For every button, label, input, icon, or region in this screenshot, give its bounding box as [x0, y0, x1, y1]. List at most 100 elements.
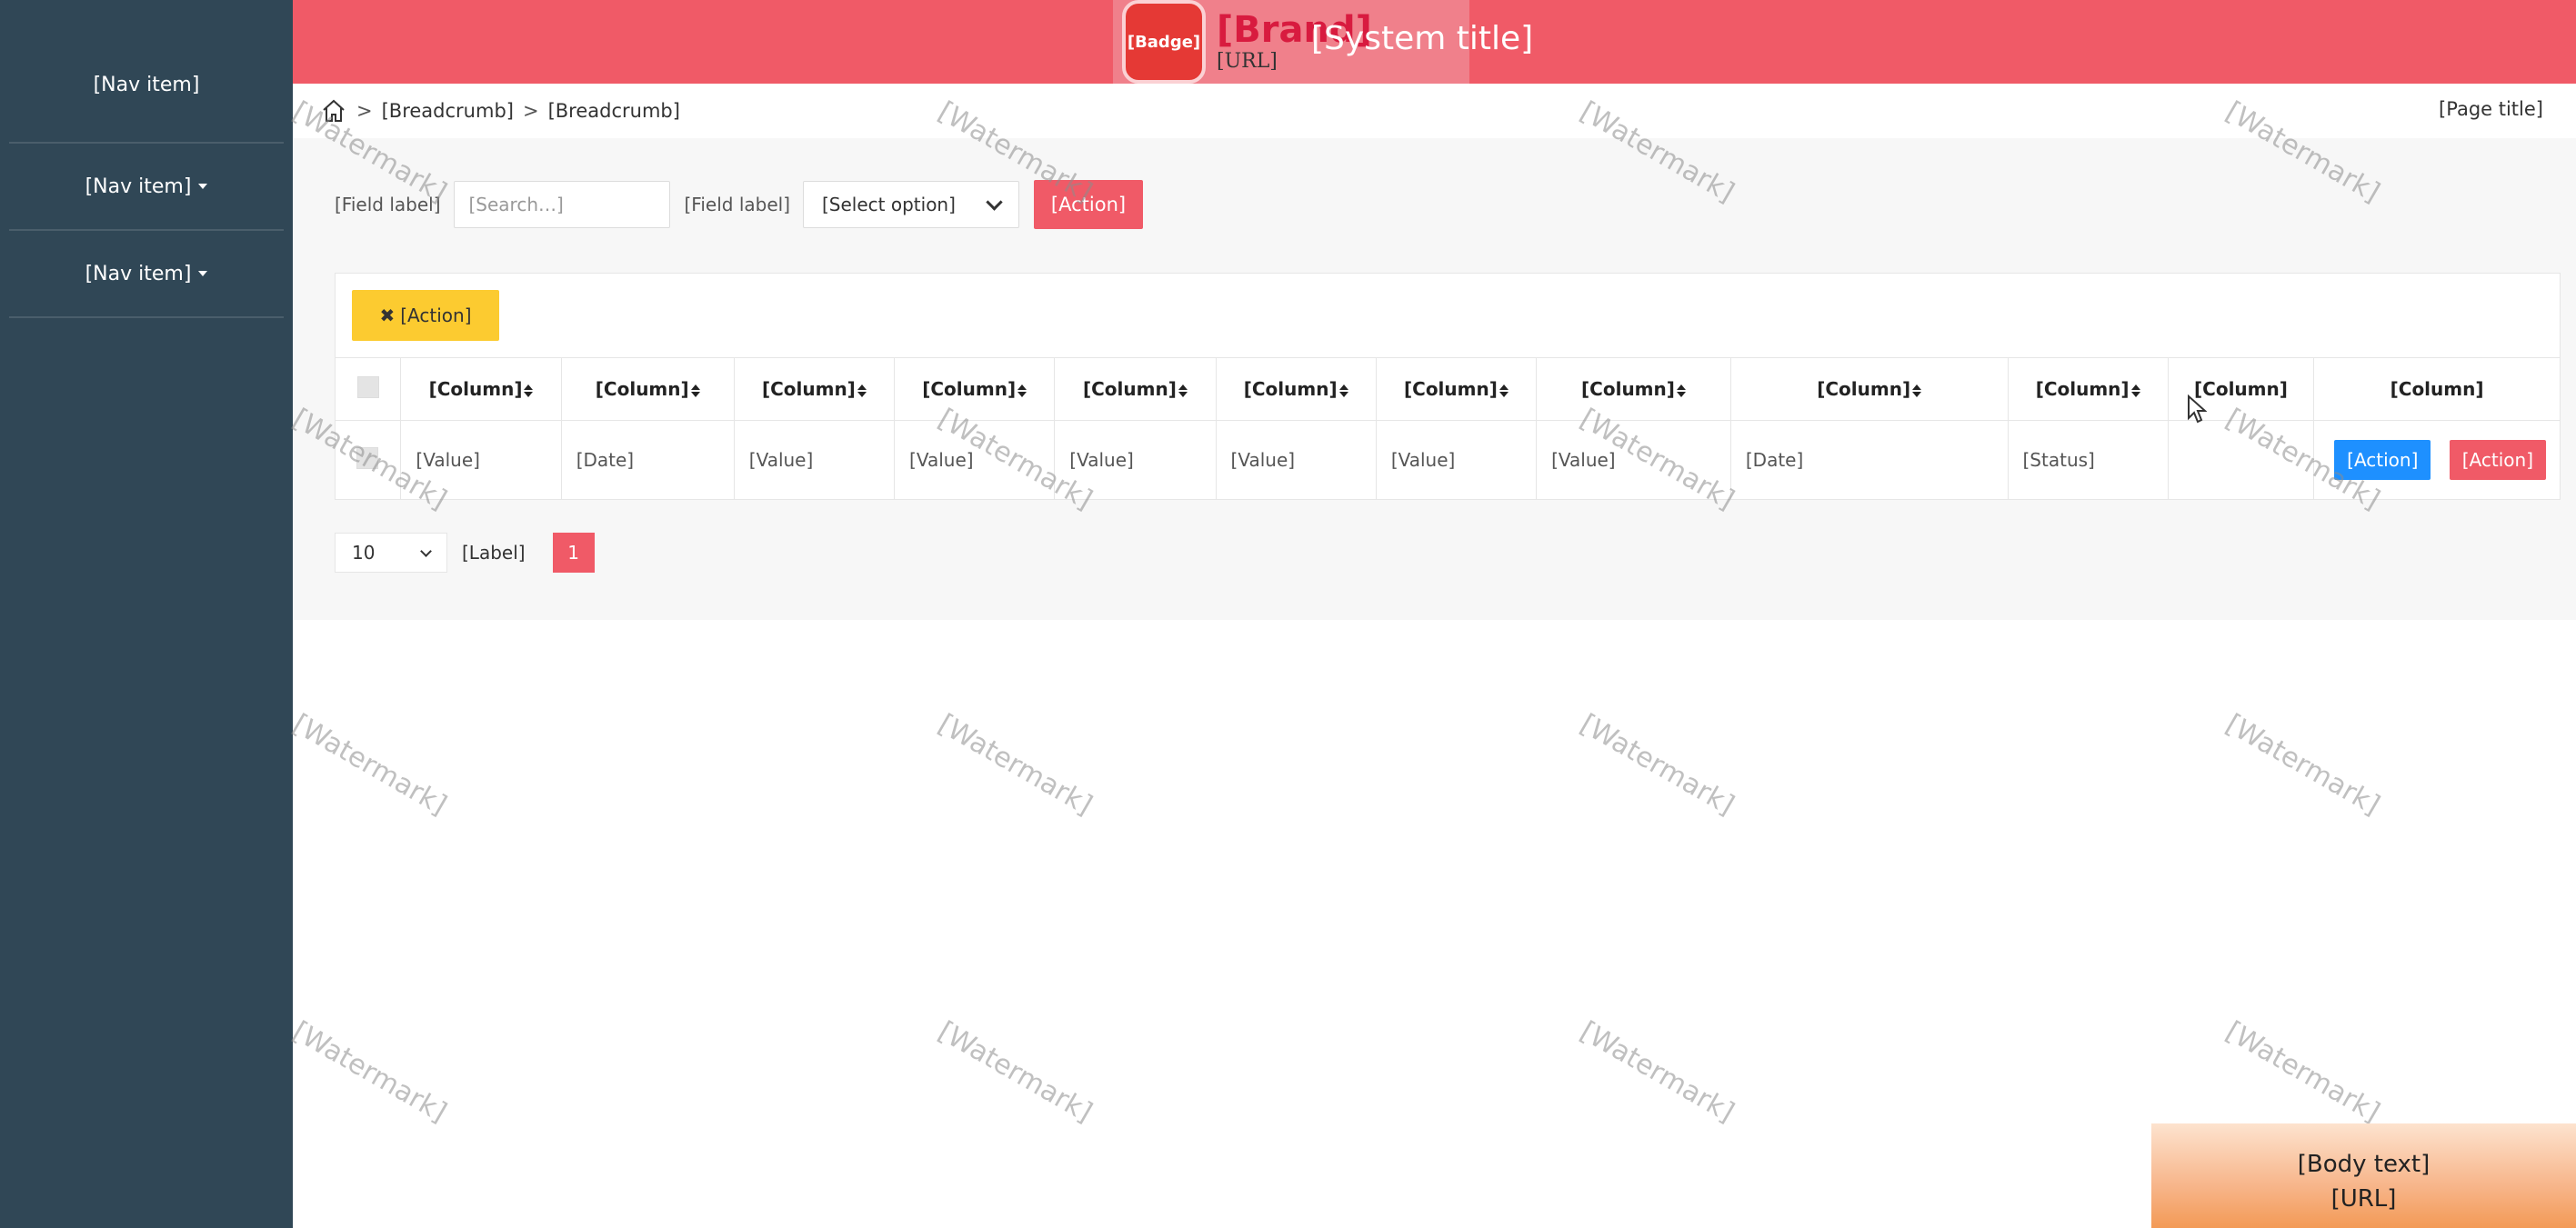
top-header: [Badge] [Brand] [URL] [System title] — [293, 0, 2576, 84]
match-name-input[interactable] — [453, 181, 670, 228]
pagination: 10 [Label] 1 — [335, 533, 595, 573]
table-cell — [2168, 420, 2315, 499]
column-header[interactable]: [Column] — [1376, 358, 1538, 421]
watermark: [Watermark] — [286, 1015, 452, 1129]
table-cell: [Date] — [1730, 420, 2009, 499]
sort-icon — [1498, 384, 1509, 397]
column-header[interactable]: [Column] — [561, 358, 735, 421]
table-toolbar: ✖ [Action] — [336, 274, 2560, 358]
main-content: > [Breadcrumb] > [Breadcrumb] [Page titl… — [293, 84, 2576, 620]
batch-delete-label: [Action] — [400, 305, 472, 326]
sidebar-item-label: [Nav item] — [93, 73, 200, 96]
sidebar-item-label: [Nav item] — [85, 262, 192, 285]
system-title: [System title] — [1311, 20, 1534, 57]
column-header[interactable]: [Column] — [1730, 358, 2009, 421]
status-label: [Field label] — [684, 194, 791, 215]
delete-button[interactable]: [Action] — [2449, 440, 2546, 480]
promo-banner[interactable]: [Body text] [URL] — [2151, 1123, 2576, 1228]
watermark: [Watermark] — [2220, 708, 2385, 822]
name-label: [Field label] — [335, 194, 441, 215]
column-header[interactable]: [Column] — [734, 358, 896, 421]
sidebar-item-guess-management[interactable]: [Nav item] — [9, 231, 284, 318]
column-header-label: [Column] — [1404, 378, 1498, 400]
column-header[interactable]: [Column] — [1536, 358, 1731, 421]
search-bar: [Field label] [Field label] [Select opti… — [335, 180, 1143, 229]
sort-icon — [1676, 384, 1686, 397]
sidebar-item-label: [Nav item] — [85, 175, 192, 198]
sort-icon — [1178, 384, 1188, 397]
view-button[interactable]: [Action] — [2334, 440, 2431, 480]
audit-status-select[interactable]: [Select option] — [803, 181, 1019, 228]
promo-url: [URL] — [2330, 1185, 2397, 1213]
select-all-checkbox[interactable] — [356, 375, 379, 398]
column-header[interactable]: [Column] — [894, 358, 1056, 421]
column-header[interactable]: [Column] — [400, 358, 562, 421]
column-header[interactable]: [Column] — [2008, 358, 2169, 421]
column-header-label: [Column] — [2194, 378, 2288, 400]
breadcrumb-item: [Breadcrumb] — [547, 100, 680, 122]
breadcrumb-item[interactable]: [Breadcrumb] — [382, 100, 514, 122]
query-button[interactable]: [Action] — [1034, 180, 1143, 229]
close-icon: ✖ — [379, 305, 396, 326]
column-header-label: [Column] — [761, 378, 856, 400]
column-header[interactable]: [Column] — [1054, 358, 1217, 421]
select-all-cell — [336, 358, 402, 421]
column-header-label: [Column] — [2035, 378, 2130, 400]
breadcrumb: > [Breadcrumb] > [Breadcrumb] [Page titl… — [293, 84, 2576, 138]
sort-icon — [2130, 384, 2140, 397]
page-size-select[interactable]: 10 — [335, 533, 447, 573]
table-cell: [Value] — [734, 420, 896, 499]
table-cell: [Value] — [1054, 420, 1217, 499]
breadcrumb-separator: > — [356, 100, 373, 122]
caret-down-icon — [198, 184, 208, 189]
sort-icon — [690, 384, 700, 397]
sort-icon — [1017, 384, 1027, 397]
batch-delete-button[interactable]: ✖ [Action] — [352, 290, 499, 341]
page-size-value: 10 — [352, 542, 376, 564]
select-value: [Select option] — [822, 194, 956, 215]
actions-cell: [Action] [Action] — [2314, 421, 2560, 500]
sidebar-item-personal-center[interactable]: [Nav item] — [9, 144, 284, 231]
table-cell: [Status] — [2008, 420, 2169, 499]
sidebar: [Nav item] [Nav item] [Nav item] — [0, 0, 293, 1228]
column-header[interactable]: [Column] — [1216, 358, 1377, 421]
table-row: [Value] [Date] [Value] [Value] [Value] [… — [336, 420, 2560, 500]
caret-down-icon — [198, 271, 208, 276]
table-cell: [Date] — [561, 420, 735, 499]
table-cell: [Value] — [1376, 420, 1538, 499]
watermark: [Watermark] — [1574, 708, 1739, 822]
chevron-down-icon — [420, 544, 432, 557]
column-header-label: [Column] — [1817, 378, 1911, 400]
mouse-cursor-icon — [2188, 394, 2207, 424]
breadcrumb-separator: > — [522, 100, 539, 122]
sort-icon — [1912, 384, 1922, 397]
watermark: [Watermark] — [2220, 1015, 2385, 1129]
table-cell: [Value] — [1536, 420, 1731, 499]
column-header-label: [Column] — [595, 378, 689, 400]
watermark: [Watermark] — [1574, 1015, 1739, 1129]
row-select-cell — [336, 420, 402, 499]
page-number-button[interactable]: 1 — [552, 533, 595, 573]
sidebar-item-home[interactable]: [Nav item] — [9, 0, 284, 144]
watermark: [Watermark] — [932, 1015, 1098, 1129]
sort-icon — [1338, 384, 1348, 397]
table-cell: [Value] — [400, 420, 562, 499]
table-cell: [Value] — [1216, 420, 1377, 499]
sort-icon — [857, 384, 867, 397]
column-header-label: [Column] — [1581, 378, 1675, 400]
promo-text: [Body text] — [2297, 1151, 2431, 1178]
row-checkbox[interactable] — [356, 446, 379, 469]
table-panel: ✖ [Action] [Column] [Column] [Column] [C… — [335, 273, 2561, 500]
logo-badge: [Badge] — [1122, 0, 1206, 84]
page-title: [Page title] — [2439, 98, 2543, 120]
column-header-label: [Column] — [428, 378, 523, 400]
chevron-down-icon — [986, 193, 1003, 211]
watermark: [Watermark] — [286, 708, 452, 822]
column-header-label: [Column] — [922, 378, 1017, 400]
column-header-label: [Column] — [2390, 378, 2484, 400]
home-icon[interactable] — [320, 97, 347, 125]
column-header: [Column] — [2313, 358, 2560, 421]
table-cell: [Value] — [894, 420, 1056, 499]
column-header-label: [Column] — [1082, 378, 1177, 400]
data-table: [Column] [Column] [Column] [Column] [Col… — [336, 358, 2560, 499]
